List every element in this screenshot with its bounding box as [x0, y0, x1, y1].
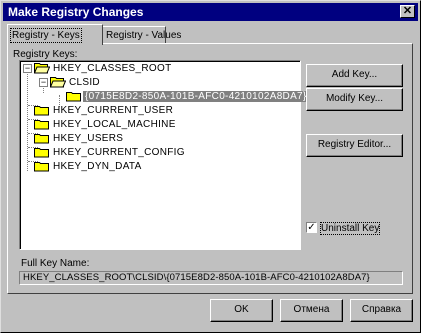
tab-panel: Registry Keys: − HKEY_CLASSES_ROOT − CLS…	[7, 43, 413, 294]
full-key-value: HKEY_CLASSES_ROOT\CLSID\{0715E8D2-850A-1…	[23, 272, 370, 283]
minus-icon[interactable]: −	[23, 64, 32, 73]
registry-editor-button[interactable]: Registry Editor...	[306, 134, 403, 157]
check-icon: ✓	[307, 222, 316, 233]
help-label: Справка	[361, 304, 402, 315]
folder-icon	[34, 120, 49, 130]
cancel-button[interactable]: Отмена	[280, 299, 343, 322]
ok-button[interactable]: OK	[210, 299, 273, 322]
window-title: Make Registry Changes	[8, 5, 144, 19]
tab-label: Registry - Keys	[10, 28, 82, 43]
tree-label: Registry Keys:	[13, 49, 78, 60]
add-key-button[interactable]: Add Key...	[306, 64, 403, 87]
dialog-window: Make Registry Changes ✕ Registry - Value…	[0, 0, 421, 333]
uninstall-label[interactable]: Uninstall Key	[319, 222, 381, 235]
uninstall-checkbox[interactable]: ✓	[306, 222, 317, 233]
folder-icon	[34, 134, 49, 144]
tab-registry-values[interactable]: Registry - Values	[101, 26, 181, 43]
tab-registry-keys[interactable]: Registry - Keys	[7, 24, 103, 45]
registry-tree[interactable]: − HKEY_CLASSES_ROOT − CLSID {0715E8D2-85…	[19, 60, 309, 250]
folder-icon	[34, 106, 49, 116]
cancel-label: Отмена	[293, 304, 330, 315]
tree-item-hkey-users[interactable]: HKEY_USERS	[53, 133, 123, 144]
tree-item-hkey-current-config[interactable]: HKEY_CURRENT_CONFIG	[53, 147, 185, 158]
tab-label: Registry - Values	[106, 30, 182, 41]
tree-item-hkey-current-user[interactable]: HKEY_CURRENT_USER	[53, 105, 173, 116]
modify-key-button[interactable]: Modify Key...	[306, 88, 403, 111]
ok-label: OK	[234, 304, 249, 315]
modify-key-label: Modify Key...	[325, 93, 384, 104]
help-button[interactable]: Справка	[350, 299, 413, 322]
title-bar[interactable]: Make Registry Changes ✕	[3, 3, 418, 21]
full-key-field: HKEY_CLASSES_ROOT\CLSID\{0715E8D2-850A-1…	[19, 271, 403, 285]
tree-item-hkey-dyn-data[interactable]: HKEY_DYN_DATA	[53, 161, 142, 172]
folder-icon	[34, 162, 49, 172]
tree-item-hkey-local-machine[interactable]: HKEY_LOCAL_MACHINE	[53, 119, 176, 130]
minus-icon[interactable]: −	[39, 78, 48, 87]
close-icon[interactable]: ✕	[400, 5, 415, 18]
full-key-label: Full Key Name:	[21, 258, 90, 269]
registry-editor-label: Registry Editor...	[317, 139, 392, 150]
folder-icon	[66, 92, 81, 102]
tree-item-selected-key[interactable]: {0715E8D2-850A-101B-AFC0-4210102A8DA7}	[83, 91, 309, 102]
folder-icon	[34, 148, 49, 158]
tree-item-clsid[interactable]: CLSID	[69, 77, 100, 88]
folder-open-icon	[50, 77, 66, 88]
tree-item-hkey-classes-root[interactable]: HKEY_CLASSES_ROOT	[53, 63, 171, 74]
add-key-label: Add Key...	[331, 69, 378, 80]
folder-open-icon	[34, 63, 50, 74]
tree-line	[27, 69, 28, 171]
